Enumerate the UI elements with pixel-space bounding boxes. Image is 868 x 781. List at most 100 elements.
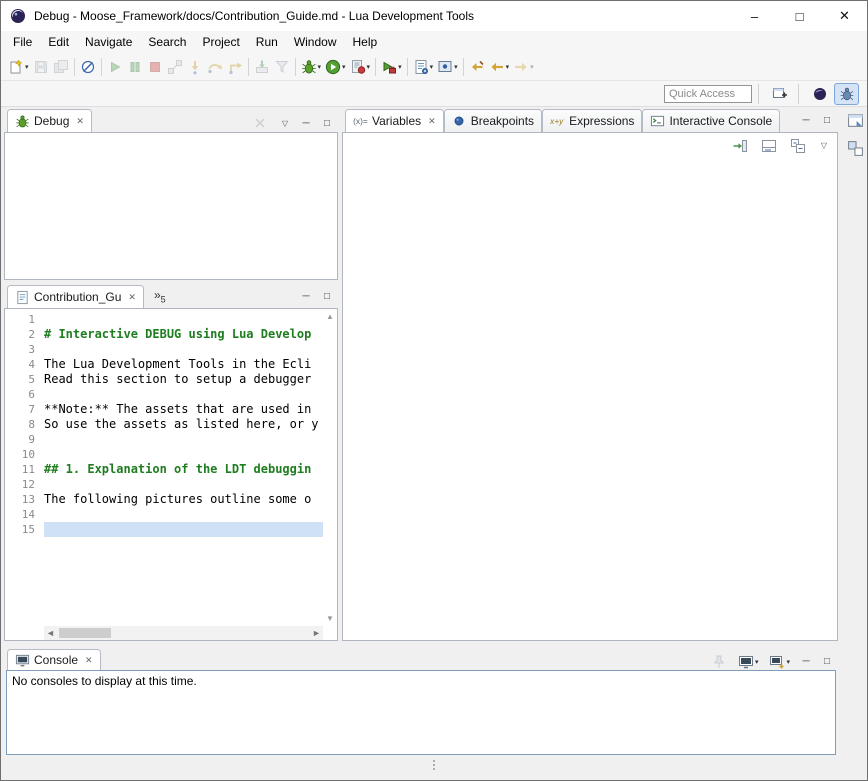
hidden-editors-indicator[interactable]: »5 (154, 288, 166, 304)
minimize-button[interactable]: ─ (299, 289, 313, 304)
open-perspective-button[interactable] (767, 83, 792, 105)
tab-debug[interactable]: Debug ✕ (7, 109, 92, 132)
last-edit-location-button[interactable] (467, 56, 487, 78)
new-wizard-button[interactable]: ▾ (6, 56, 31, 78)
menu-navigate[interactable]: Navigate (77, 31, 140, 53)
line-number[interactable]: 3 (5, 342, 44, 357)
dropdown-arrow-icon[interactable]: ▾ (786, 658, 790, 666)
line-number[interactable]: 10 (5, 447, 44, 462)
maximize-button[interactable]: □ (820, 655, 834, 670)
view-menu-button[interactable]: ▽ (817, 139, 831, 154)
close-tab-icon[interactable]: ✕ (76, 116, 84, 127)
minimize-button[interactable]: ─ (799, 655, 813, 670)
external-tools-button[interactable]: ▾ (379, 56, 404, 78)
minimize-button[interactable]: ─ (799, 113, 813, 128)
line-number[interactable]: 12 (5, 477, 44, 492)
close-tab-icon[interactable]: ✕ (128, 292, 136, 303)
maximize-button[interactable]: □ (820, 113, 834, 128)
restore-editor-area-icon[interactable] (846, 111, 864, 129)
menu-edit[interactable]: Edit (40, 31, 77, 53)
tab-console[interactable]: Console ✕ (7, 649, 101, 670)
scroll-up-icon[interactable]: ▲ (326, 312, 334, 321)
line-number[interactable]: 1 (5, 312, 44, 327)
menu-project[interactable]: Project (194, 31, 247, 53)
view-menu-button[interactable]: ▽ (278, 117, 292, 132)
menu-search[interactable]: Search (140, 31, 194, 53)
forward-button[interactable]: ▾ (511, 56, 536, 78)
dropdown-arrow-icon[interactable]: ▾ (25, 63, 29, 71)
dropdown-arrow-icon[interactable]: ▾ (755, 658, 759, 666)
tab-expressions[interactable]: x+yExpressions (542, 109, 642, 132)
close-tab-icon[interactable]: ✕ (85, 655, 93, 666)
menu-run[interactable]: Run (248, 31, 286, 53)
restore-view-stack-icon[interactable] (846, 139, 864, 157)
drop-to-frame-button[interactable] (252, 56, 272, 78)
show-details-pane-button[interactable] (759, 135, 779, 157)
skip-breakpoints-button[interactable] (78, 56, 98, 78)
scroll-down-icon[interactable]: ▼ (326, 614, 334, 623)
line-number[interactable]: 9 (5, 432, 44, 447)
tab-interactive-console[interactable]: Interactive Console (642, 109, 780, 132)
scroll-left-icon[interactable]: ◄ (44, 626, 57, 640)
step-over-button[interactable] (205, 56, 225, 78)
dropdown-arrow-icon[interactable]: ▾ (398, 63, 402, 71)
line-number[interactable]: 2 (5, 327, 44, 342)
tab-contribution-guide[interactable]: Contribution_Gu ✕ (7, 285, 144, 308)
collapse-all-button[interactable] (788, 135, 808, 157)
dropdown-arrow-icon[interactable]: ▾ (454, 63, 458, 71)
sash-gripper[interactable] (433, 760, 435, 770)
editor-horizontal-scrollbar[interactable]: ◄ ► (44, 626, 323, 640)
new-lua-file-button[interactable]: ▾ (411, 56, 436, 78)
show-logical-structure-button[interactable] (730, 135, 750, 157)
ldt-perspective-button[interactable] (807, 83, 832, 105)
tab-variables[interactable]: (x)=Variables✕ (345, 109, 444, 132)
maximize-button[interactable]: □ (320, 117, 334, 132)
menu-window[interactable]: Window (286, 31, 345, 53)
disconnect-button[interactable] (165, 56, 185, 78)
line-number[interactable]: 6 (5, 387, 44, 402)
open-lua-element-button[interactable]: ▾ (435, 56, 460, 78)
editor-vertical-scrollbar[interactable]: ▲ ▼ (323, 309, 337, 626)
minimize-button[interactable]: – (732, 1, 777, 31)
dropdown-arrow-icon[interactable]: ▾ (506, 63, 510, 71)
editor-content[interactable]: 12# Interactive DEBUG using Lua Develop3… (4, 308, 338, 641)
step-into-button[interactable] (185, 56, 205, 78)
line-number[interactable]: 4 (5, 357, 44, 372)
dropdown-arrow-icon[interactable]: ▾ (530, 63, 534, 71)
scrollbar-thumb[interactable] (59, 628, 111, 638)
dropdown-arrow-icon[interactable]: ▾ (318, 63, 322, 71)
scroll-right-icon[interactable]: ► (310, 626, 323, 640)
step-return-button[interactable] (225, 56, 245, 78)
close-tab-icon[interactable]: ✕ (428, 116, 436, 127)
save-all-button[interactable] (51, 56, 71, 78)
minimize-button[interactable]: ─ (299, 117, 313, 132)
dropdown-arrow-icon[interactable]: ▾ (367, 63, 371, 71)
line-number[interactable]: 5 (5, 372, 44, 387)
suspend-button[interactable] (125, 56, 145, 78)
use-step-filters-button[interactable] (272, 56, 292, 78)
run-history-button[interactable]: ▾ (348, 56, 373, 78)
line-number[interactable]: 7 (5, 402, 44, 417)
resume-button[interactable] (105, 56, 125, 78)
menu-help[interactable]: Help (345, 31, 386, 53)
menu-file[interactable]: File (5, 31, 40, 53)
tab-breakpoints[interactable]: Breakpoints (444, 109, 542, 132)
line-number[interactable]: 11 (5, 462, 44, 477)
line-number[interactable]: 15 (5, 522, 44, 537)
debug-button[interactable]: ▾ (299, 56, 324, 78)
line-number[interactable]: 8 (5, 417, 44, 432)
back-button[interactable]: ▾ (487, 56, 512, 78)
close-button[interactable]: ✕ (822, 1, 867, 31)
dropdown-arrow-icon[interactable]: ▾ (342, 63, 346, 71)
maximize-button[interactable]: □ (320, 289, 334, 304)
terminate-button[interactable] (145, 56, 165, 78)
save-button[interactable] (31, 56, 51, 78)
debug-perspective-button[interactable] (834, 83, 859, 105)
quick-access-input[interactable] (664, 85, 752, 103)
line-number[interactable]: 13 (5, 492, 44, 507)
maximize-button[interactable]: □ (777, 1, 822, 31)
dropdown-arrow-icon[interactable]: ▾ (430, 63, 434, 71)
run-button[interactable]: ▾ (323, 56, 348, 78)
editor-text-area[interactable]: 12# Interactive DEBUG using Lua Develop3… (5, 309, 323, 626)
line-number[interactable]: 14 (5, 507, 44, 522)
